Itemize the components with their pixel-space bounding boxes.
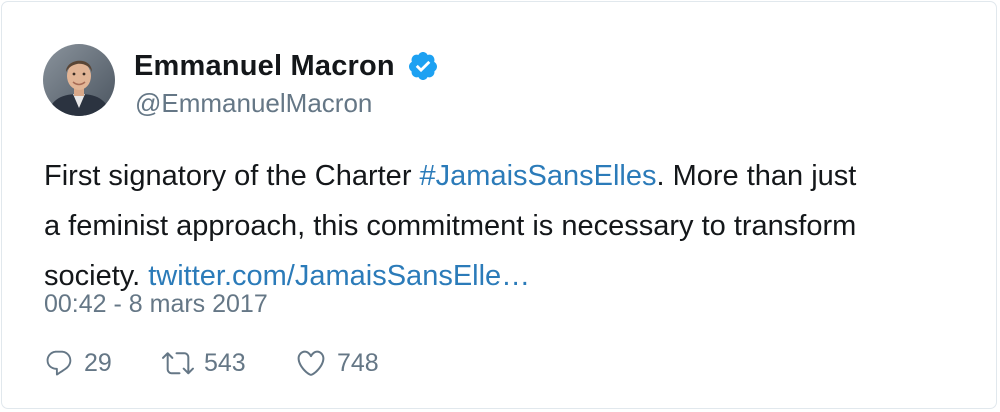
tweet-text-segment: First signatory of the Charter <box>44 160 420 192</box>
tweet-text-line-2: a feminist approach, this commitment is … <box>44 210 857 242</box>
retweet-icon <box>162 347 194 379</box>
url-link[interactable]: twitter.com/JamaisSansElle… <box>148 260 530 292</box>
tweet-text-line-1: First signatory of the Charter #JamaisSa… <box>44 151 974 201</box>
tweet-text-segment: . More than just <box>656 160 857 192</box>
verified-badge-icon <box>407 50 439 82</box>
reply-count: 29 <box>84 348 112 377</box>
tweet-text-segment: society. <box>44 260 149 292</box>
author-name[interactable]: Emmanuel Macron <box>134 50 395 83</box>
avatar[interactable] <box>43 44 115 116</box>
retweet-button[interactable]: 543 <box>162 347 295 379</box>
tweet-actions: 29 543 748 <box>44 343 379 383</box>
like-button[interactable]: 748 <box>295 347 379 379</box>
heart-icon <box>295 347 327 379</box>
author-handle[interactable]: @EmmanuelMacron <box>135 88 372 119</box>
tweet-text: First signatory of the Charter #JamaisSa… <box>44 151 974 301</box>
reply-icon <box>44 348 74 378</box>
tweet-timestamp[interactable]: 00:42 - 8 mars 2017 <box>44 290 268 319</box>
reply-button[interactable]: 29 <box>44 348 162 378</box>
retweet-count: 543 <box>204 348 246 377</box>
author-name-row: Emmanuel Macron <box>134 46 439 86</box>
tweet-card: Emmanuel Macron @EmmanuelMacron First si… <box>1 1 997 409</box>
like-count: 748 <box>337 348 379 377</box>
hashtag-link[interactable]: #JamaisSansElles <box>420 160 657 192</box>
